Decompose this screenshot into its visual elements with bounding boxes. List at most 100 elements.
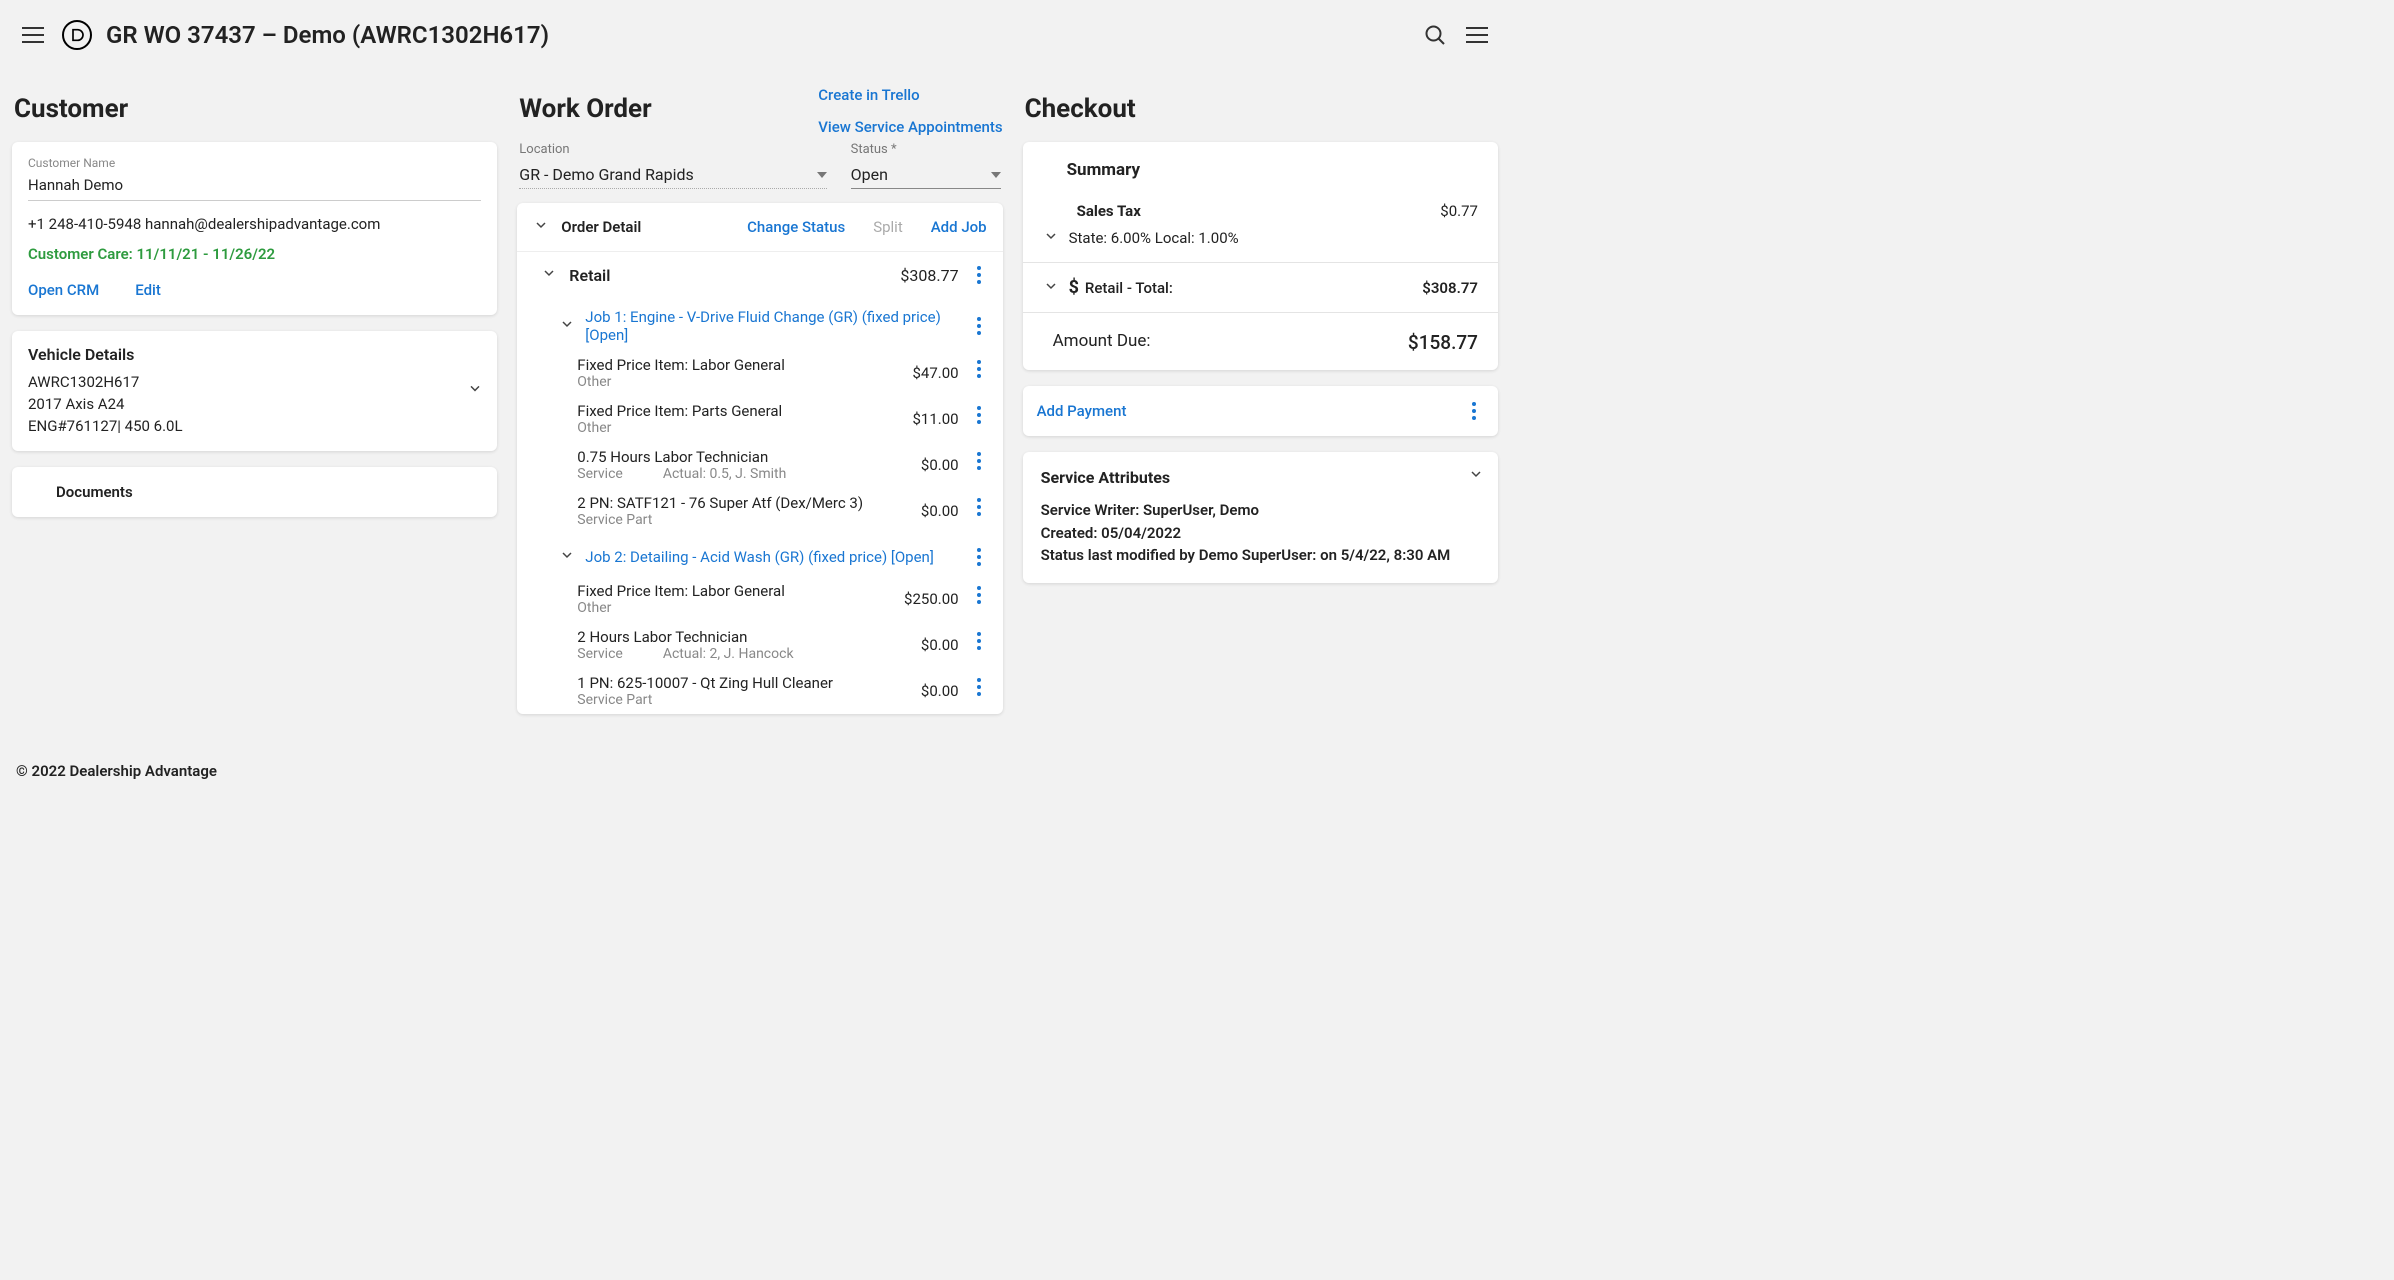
- status-select[interactable]: Status * Open: [851, 142, 1001, 189]
- open-crm-link[interactable]: Open CRM: [28, 281, 99, 299]
- collapse-toggle[interactable]: [533, 217, 549, 237]
- add-job-link[interactable]: Add Job: [931, 218, 987, 236]
- item-category: Other: [577, 420, 611, 436]
- job-link[interactable]: Job 2: Detailing - Acid Wash (GR) (fixed…: [585, 548, 968, 566]
- footer-copyright: © 2022 Dealership Advantage: [0, 742, 1510, 810]
- app-bar: GR WO 37437 – Demo (AWRC1302H617): [0, 0, 1510, 70]
- create-trello-link[interactable]: Create in Trello: [818, 86, 919, 104]
- summary-card: Summary Sales Tax $0.77 State: 6.00% Loc…: [1023, 142, 1498, 370]
- documents-label: Documents: [56, 483, 133, 501]
- item-menu[interactable]: [969, 448, 989, 474]
- add-payment-link[interactable]: Add Payment: [1037, 402, 1464, 420]
- retail-row: Retail $308.77: [517, 251, 1002, 298]
- customer-contact: +1 248-410-5948 hannah@dealershipadvanta…: [28, 215, 481, 233]
- line-item: 0.75 Hours Labor TechnicianService Actual…: [517, 442, 1002, 488]
- customer-email: hannah@dealershipadvantage.com: [145, 215, 380, 233]
- job-menu[interactable]: [969, 313, 989, 339]
- hamburger-icon: [22, 27, 44, 43]
- vehicle-details-card[interactable]: Vehicle Details AWRC1302H617 2017 Axis A…: [12, 331, 497, 451]
- service-attributes-title: Service Attributes: [1041, 468, 1480, 487]
- payment-menu[interactable]: [1464, 398, 1484, 424]
- summary-title: Summary: [1067, 160, 1478, 180]
- item-menu[interactable]: [969, 402, 989, 428]
- item-category: Service: [577, 466, 623, 482]
- line-item: 2 Hours Labor TechnicianService Actual: 2…: [517, 622, 1002, 668]
- item-title: 2 Hours Labor Technician: [577, 628, 898, 646]
- item-amount: $250.00: [899, 590, 959, 608]
- collapse-toggle[interactable]: [559, 316, 575, 336]
- item-title: 0.75 Hours Labor Technician: [577, 448, 898, 466]
- search-button[interactable]: [1414, 14, 1456, 56]
- order-detail-card: Order Detail Change Status Split Add Job…: [517, 203, 1002, 714]
- item-amount: $47.00: [899, 364, 959, 382]
- vehicle-model: 2017 Axis A24: [28, 394, 481, 416]
- dollar-icon: $: [1069, 277, 1079, 298]
- item-title: 1 PN: 625-10007 - Qt Zing Hull Cleaner: [577, 674, 898, 692]
- vehicle-engine: ENG#761127| 450 6.0L: [28, 416, 481, 438]
- collapse-toggle[interactable]: [559, 547, 575, 567]
- dropdown-icon: [991, 172, 1001, 178]
- status-value: Open: [851, 165, 888, 184]
- add-payment-card: Add Payment: [1023, 386, 1498, 436]
- status-label: Status *: [851, 142, 1001, 157]
- location-select[interactable]: Location GR - Demo Grand Rapids: [519, 142, 826, 189]
- order-detail-label: Order Detail: [561, 218, 641, 236]
- job-menu[interactable]: [969, 544, 989, 570]
- customer-name-input[interactable]: Hannah Demo: [28, 170, 481, 201]
- vehicle-details-title: Vehicle Details: [28, 343, 481, 366]
- item-category: Service Part: [577, 692, 652, 708]
- location-value: GR - Demo Grand Rapids: [519, 165, 693, 184]
- item-menu[interactable]: [969, 628, 989, 654]
- app-logo: [62, 20, 92, 50]
- dropdown-icon: [817, 172, 827, 178]
- item-title: Fixed Price Item: Labor General: [577, 356, 898, 374]
- item-category: Other: [577, 600, 611, 616]
- menu-button-left[interactable]: [12, 14, 54, 56]
- page-body: Customer Customer Name Hannah Demo +1 24…: [0, 70, 1510, 742]
- service-attributes-card[interactable]: Service Attributes Service Writer: Super…: [1023, 452, 1498, 583]
- item-menu[interactable]: [969, 582, 989, 608]
- change-status-link[interactable]: Change Status: [747, 218, 845, 236]
- item-category: Other: [577, 374, 611, 390]
- menu-button-right[interactable]: [1456, 14, 1498, 56]
- retail-label: Retail: [569, 266, 900, 285]
- collapse-toggle[interactable]: [1043, 228, 1059, 248]
- collapse-toggle[interactable]: [541, 265, 557, 285]
- item-menu[interactable]: [969, 356, 989, 382]
- customer-name-label: Customer Name: [28, 156, 481, 170]
- page-title: GR WO 37437 – Demo (AWRC1302H617): [106, 21, 549, 49]
- service-writer: Service Writer: SuperUser, Demo: [1041, 499, 1480, 522]
- item-subdetail: Actual: 2, J. Hancock: [663, 646, 794, 662]
- collapse-toggle[interactable]: [1043, 278, 1059, 298]
- order-detail-header: Order Detail Change Status Split Add Job: [517, 203, 1002, 251]
- line-item: 2 PN: SATF121 - 76 Super Atf (Dex/Merc 3…: [517, 488, 1002, 534]
- item-title: 2 PN: SATF121 - 76 Super Atf (Dex/Merc 3…: [577, 494, 898, 512]
- customer-care: Customer Care: 11/11/21 - 11/26/22: [28, 245, 481, 263]
- line-item: Fixed Price Item: Labor GeneralOther $250…: [517, 576, 1002, 622]
- item-subdetail: Actual: 0.5, J. Smith: [663, 466, 786, 482]
- item-amount: $11.00: [899, 410, 959, 428]
- line-item: Fixed Price Item: Labor GeneralOther $47.…: [517, 350, 1002, 396]
- view-appointments-link[interactable]: View Service Appointments: [818, 118, 1002, 136]
- hamburger-icon: [1466, 27, 1488, 43]
- item-amount: $0.00: [899, 502, 959, 520]
- edit-customer-link[interactable]: Edit: [135, 281, 161, 299]
- job-link[interactable]: Job 1: Engine - V-Drive Fluid Change (GR…: [585, 308, 968, 344]
- customer-column: Customer Customer Name Hannah Demo +1 24…: [12, 82, 497, 533]
- retail-menu[interactable]: [969, 262, 989, 288]
- item-title: Fixed Price Item: Labor General: [577, 582, 898, 600]
- location-label: Location: [519, 142, 826, 157]
- retail-total-value: $308.77: [1422, 279, 1478, 297]
- sales-tax-value: $0.77: [1440, 202, 1478, 220]
- service-status-modified: Status last modified by Demo SuperUser: …: [1041, 544, 1480, 567]
- amount-due-label: Amount Due:: [1053, 331, 1408, 354]
- checkout-column: Checkout Summary Sales Tax $0.77 State: …: [1023, 82, 1498, 599]
- line-item: Fixed Price Item: Parts GeneralOther$11.…: [517, 396, 1002, 442]
- tax-detail: State: 6.00% Local: 1.00%: [1069, 229, 1239, 247]
- customer-card: Customer Name Hannah Demo +1 248-410-594…: [12, 142, 497, 315]
- item-amount: $0.00: [899, 682, 959, 700]
- item-menu[interactable]: [969, 494, 989, 520]
- item-menu[interactable]: [969, 674, 989, 700]
- item-category: Service: [577, 646, 623, 662]
- documents-card[interactable]: Documents: [12, 467, 497, 517]
